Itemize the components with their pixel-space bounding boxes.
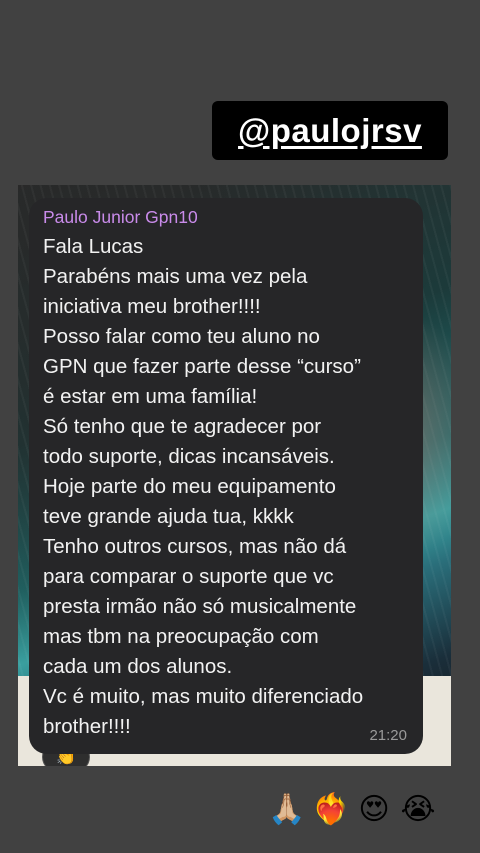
message-line: Tenho outros cursos, mas não dá [43,535,347,558]
message-line: Fala Lucas [43,235,144,258]
message-line: GPN que fazer parte desse “curso” [43,355,361,378]
message-line: Hoje parte do meu equipamento [43,475,336,498]
folded-hands-icon[interactable]: 🙏🏼 [268,792,305,828]
message-line: Só tenho que te agradecer por [43,415,322,438]
message-line: teve grande ajuda tua, kkkk [43,505,294,528]
mention-sticker[interactable]: @paulojrsv [212,101,448,160]
message-line: brother!!!! [43,715,131,738]
message-line: todo suporte, dicas incansáveis. [43,445,335,468]
heart-eyes-icon[interactable]: 😍 [356,792,392,828]
message-bubble: Paulo Junior Gpn10 Fala Lucas Parabéns m… [29,198,423,754]
message-timestamp: 21:20 [369,727,407,744]
story-emoji-stickers: 🙏🏼 ❤️‍🔥 😍 😭 [268,792,436,828]
message-line: Posso falar como teu aluno no [43,325,320,348]
sender-name[interactable]: Paulo Junior Gpn10 [43,207,409,228]
story-canvas: @paulojrsv cola 😕 ♦ 👏 Paulo Junior Gpn10… [0,0,480,853]
message-line: presta irmão não só musicalmente [43,595,357,618]
crying-face-icon[interactable]: 😭 [400,792,436,828]
message-line: iniciativa meu brother!!!! [43,295,261,318]
message-body: Fala Lucas Parabéns mais uma vez pela in… [43,232,409,742]
message-line: cada um dos alunos. [43,655,233,678]
burning-heart-icon[interactable]: ❤️‍🔥 [312,792,349,828]
message-line: para comparar o suporte que vc [43,565,334,588]
message-line: Vc é muito, mas muito diferenciado [43,685,364,708]
message-line: Parabéns mais uma vez pela [43,265,308,288]
message-line: é estar em uma família! [43,385,258,408]
message-line: mas tbm na preocupação com [43,625,319,648]
mention-username[interactable]: @paulojrsv [238,112,422,150]
